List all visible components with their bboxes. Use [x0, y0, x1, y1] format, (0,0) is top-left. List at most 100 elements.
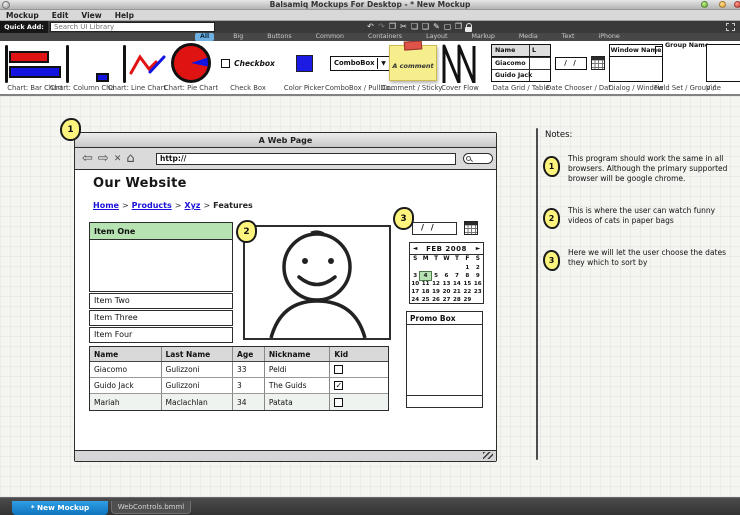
- calendar-widget[interactable]: ◄ FEB 2008 ► SMTWTFS 12 3456789 10111213…: [409, 242, 484, 304]
- calendar-day: 5: [431, 272, 441, 280]
- sticky-note-icon: A comment: [389, 45, 437, 81]
- tab-webcontrols[interactable]: WebControls.bmml: [111, 501, 191, 514]
- tab-containers[interactable]: Containers: [363, 33, 407, 41]
- close-button[interactable]: [734, 1, 740, 8]
- calendar-day: 20: [441, 288, 451, 296]
- menu-mockup[interactable]: Mockup: [6, 11, 39, 20]
- library-item-check-box[interactable]: Checkbox Check Box: [217, 41, 279, 94]
- calendar-day: 13: [441, 280, 451, 288]
- magnifier-icon: [466, 156, 471, 161]
- calendar-day: 2: [473, 264, 483, 272]
- lock-icon[interactable]: [465, 27, 472, 32]
- app-window: Balsamiq Mockups For Desktop - * New Moc…: [0, 0, 740, 515]
- calendar-button-icon[interactable]: [464, 221, 478, 235]
- breadcrumb-xyz: Xyz: [184, 201, 200, 210]
- library-item-date-chooser[interactable]: / / Date Chooser / Dat...: [546, 41, 614, 94]
- tab-big[interactable]: Big: [228, 33, 248, 41]
- undo-icon[interactable]: ↶: [366, 21, 375, 33]
- tab-iphone[interactable]: iPhone: [594, 33, 625, 41]
- tab-all[interactable]: All: [195, 33, 214, 41]
- video-player-icon: [706, 44, 740, 82]
- copy-icon[interactable]: ❏: [410, 21, 419, 33]
- note-item-3[interactable]: 3 Here we will let the user choose the d…: [543, 248, 733, 271]
- duplicate-icon[interactable]: ❐: [388, 21, 397, 33]
- mockup-tabs-bar: * New Mockup WebControls.bmml: [0, 497, 740, 515]
- group-icon[interactable]: ❒: [454, 21, 463, 33]
- url-field: http://: [156, 153, 456, 165]
- markup-pencil-icon[interactable]: ✎: [432, 21, 441, 33]
- note-item-1[interactable]: 1 This program should work the same in a…: [543, 154, 733, 184]
- notes-title: Notes:: [545, 130, 572, 140]
- breadcrumb: Home>Products>Xyz>Features: [93, 201, 253, 210]
- calendar-day: 9: [473, 272, 483, 280]
- checkbox-icon: [221, 59, 230, 68]
- search-input[interactable]: [50, 22, 215, 32]
- date-input-widget[interactable]: / /: [412, 222, 457, 235]
- calendar-day: 27: [441, 296, 451, 304]
- library-item-pie-chart[interactable]: Chart: Pie Chart: [160, 41, 222, 94]
- kid-checkbox[interactable]: ✓: [334, 381, 343, 390]
- menu-help[interactable]: Help: [115, 11, 134, 20]
- kid-checkbox[interactable]: [334, 365, 343, 374]
- calendar-day: 21: [452, 288, 462, 296]
- redo-icon[interactable]: ↷: [377, 21, 386, 33]
- smiley-image: [245, 227, 389, 338]
- mockup-canvas[interactable]: 1 2 3 A Web Page ⇦ ⇨ ✕ ⌂ http:// Our Web…: [0, 96, 740, 497]
- calendar-prev-icon[interactable]: ◄: [410, 245, 420, 252]
- browser-statusbar: [75, 450, 496, 461]
- data-table-widget[interactable]: Name Last Name Age Nickname Kid Giacomo …: [89, 346, 389, 411]
- tab-buttons[interactable]: Buttons: [262, 33, 296, 41]
- cut-icon[interactable]: ✂: [399, 21, 408, 33]
- resize-grip-icon[interactable]: [483, 452, 493, 459]
- pie-chart-icon: [171, 43, 211, 83]
- note-item-2[interactable]: 2 This is where the user can watch funny…: [543, 206, 733, 229]
- calendar-day: 4: [420, 272, 430, 280]
- tab-layout[interactable]: Layout: [421, 33, 452, 41]
- library-item-data-grid[interactable]: NameL Giacomo Guido Jack Data Grid / Tab…: [487, 41, 555, 94]
- selection-box-icon[interactable]: ▢: [443, 21, 452, 33]
- callout-1[interactable]: 1: [60, 118, 81, 141]
- calendar-day: [473, 296, 483, 304]
- data-grid-icon: NameL Giacomo Guido Jack: [491, 44, 551, 82]
- breadcrumb-features: Features: [213, 201, 253, 210]
- tab-new-mockup[interactable]: * New Mockup: [12, 501, 108, 515]
- note-callout-3: 3: [543, 250, 560, 271]
- crop-selection-icon[interactable]: [726, 23, 735, 31]
- calendar-next-icon[interactable]: ►: [473, 245, 483, 252]
- list-widget[interactable]: Item One Item Two Item Three Item Four: [89, 222, 233, 343]
- menu-view[interactable]: View: [81, 11, 101, 20]
- calendar-day: [431, 264, 441, 272]
- tab-common[interactable]: Common: [311, 33, 349, 41]
- tab-media[interactable]: Media: [514, 33, 543, 41]
- quick-add-label: Quick Add:: [0, 21, 48, 33]
- toolbar: Quick Add: ↶ ↷ ❐ ✂ ❏ ❑ ✎ ▢ ❒: [0, 21, 740, 33]
- forward-arrow-icon: ⇨: [98, 148, 109, 170]
- promo-box-widget[interactable]: Promo Box: [406, 311, 483, 408]
- stop-x-icon: ✕: [114, 148, 122, 170]
- callout-2[interactable]: 2: [236, 220, 257, 243]
- promo-box-footer: [407, 395, 482, 407]
- browser-titlebar: A Web Page: [75, 133, 496, 148]
- calendar-day: 24: [410, 296, 420, 304]
- back-arrow-icon: ⇦: [82, 148, 93, 170]
- menu-edit[interactable]: Edit: [52, 11, 69, 20]
- list-item: Item Two: [89, 293, 233, 309]
- minimize-button[interactable]: [701, 1, 708, 8]
- library-item-cover-flow[interactable]: Cover Flow: [435, 41, 485, 94]
- tab-text[interactable]: Text: [557, 33, 580, 41]
- category-tabs: All Big Buttons Common Containers Layout…: [0, 33, 740, 41]
- browser-window-widget[interactable]: A Web Page ⇦ ⇨ ✕ ⌂ http:// Our Website H…: [74, 132, 497, 462]
- calendar-day: 23: [473, 288, 483, 296]
- breadcrumb-products: Products: [132, 201, 172, 210]
- calendar-day: 18: [420, 288, 430, 296]
- kid-checkbox[interactable]: [334, 398, 343, 407]
- list-item-selected: Item One: [90, 223, 232, 240]
- tab-markup[interactable]: Markup: [467, 33, 500, 41]
- callout-3[interactable]: 3: [393, 207, 414, 230]
- zoom-button[interactable]: [719, 1, 726, 8]
- calendar-day: 28: [452, 296, 462, 304]
- paste-icon[interactable]: ❑: [421, 21, 430, 33]
- library-item-video[interactable]: Vide: [706, 41, 740, 94]
- calendar-day: 25: [420, 296, 430, 304]
- image-widget[interactable]: [243, 225, 391, 340]
